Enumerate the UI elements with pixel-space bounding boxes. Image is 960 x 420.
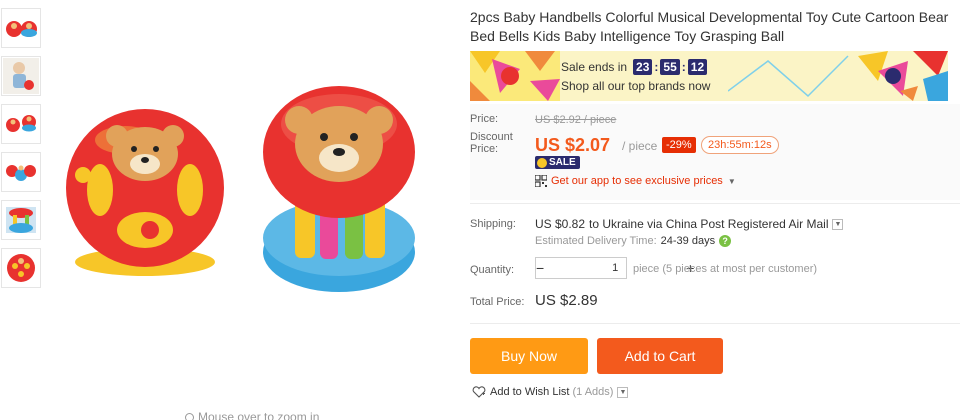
wishlist-count: (1 Adds) [572, 386, 614, 398]
bear-ball-toy [66, 109, 224, 276]
product-photo [66, 86, 415, 292]
buy-now-button[interactable]: Buy Now [470, 338, 588, 374]
add-to-wishlist-link[interactable]: Add to Wish List (1 Adds) ▼ [472, 386, 629, 398]
price-label: Price: [470, 113, 499, 125]
banner-decoration-left-icon [470, 51, 560, 101]
magnifier-icon [185, 413, 194, 420]
discount-percent-badge: -29% [662, 137, 696, 153]
discount-price: US $2.07 [535, 135, 611, 155]
bear-bell-toy [263, 86, 415, 292]
thumbnail-strip [1, 8, 43, 296]
heart-icon [472, 386, 486, 398]
thumbnail-2[interactable] [1, 56, 41, 96]
thumbnail-4[interactable] [1, 152, 41, 192]
discount-label-line1: Discount [470, 131, 513, 143]
shipping-label: Shipping: [470, 218, 516, 230]
thumbnail-1[interactable] [1, 8, 41, 48]
quantity-note: piece (5 pieces at most per customer) [633, 263, 818, 275]
delivery-days: 24-39 days [660, 235, 716, 247]
divider [470, 323, 960, 324]
chevron-down-icon[interactable]: ▼ [832, 218, 844, 230]
countdown-minutes: 55 [660, 59, 680, 75]
thumbnail-5[interactable] [1, 200, 41, 240]
chevron-down-icon[interactable]: ▼ [617, 386, 629, 398]
thumbnail-3[interactable] [1, 104, 41, 144]
banner-decoration-right-icon [728, 51, 948, 101]
total-price-label: Total Price: [470, 296, 525, 308]
quantity-stepper: − + [535, 257, 694, 279]
promo-banner[interactable]: Sale ends in 23 : 55 : 12 Shop all our t… [470, 51, 948, 101]
total-price: US $2.89 [535, 292, 598, 309]
sale-countdown: Sale ends in 23 : 55 : 12 [561, 59, 708, 75]
discount-label-line2: Price: [470, 143, 499, 155]
app-promo-link[interactable]: Get our app to see exclusive prices ▼ [535, 175, 736, 187]
divider [470, 203, 960, 204]
original-price: US $2.92 / piece [535, 114, 617, 126]
decrement-button[interactable]: − [536, 258, 544, 278]
qr-code-icon [535, 175, 547, 187]
clock-icon [537, 157, 547, 168]
countdown-hours: 23 [633, 59, 653, 75]
product-page: Mouse over to zoom in 2pcs Baby Handbell… [0, 0, 960, 420]
price-block: Price: US $2.92 / piece Discount Price: … [470, 104, 960, 200]
countdown-seconds: 12 [687, 59, 708, 75]
shipping-cost: US $0.82 [535, 217, 586, 231]
help-icon[interactable]: ? [719, 235, 732, 247]
estimated-delivery: Estimated Delivery Time: 24-39 days ? [535, 235, 732, 247]
shop-all-link[interactable]: Shop all our top brands now [561, 79, 710, 93]
chevron-down-icon: ▼ [727, 176, 736, 186]
thumbnail-6[interactable] [1, 248, 41, 288]
zoom-hint: Mouse over to zoom in [185, 410, 319, 420]
shipping-description: to Ukraine via China Post Registered Air… [589, 217, 829, 231]
price-countdown: 23h:55m:12s [701, 136, 779, 154]
per-piece-label: / piece [622, 139, 658, 153]
shipping-info[interactable]: US $0.82 to Ukraine via China Post Regis… [535, 217, 844, 231]
sale-badge: SALE [535, 156, 580, 169]
product-title: 2pcs Baby Handbells Colorful Musical Dev… [470, 9, 949, 44]
add-to-cart-button[interactable]: Add to Cart [597, 338, 723, 374]
quantity-label: Quantity: [470, 264, 515, 276]
main-product-image[interactable]: Mouse over to zoom in [45, 0, 453, 420]
